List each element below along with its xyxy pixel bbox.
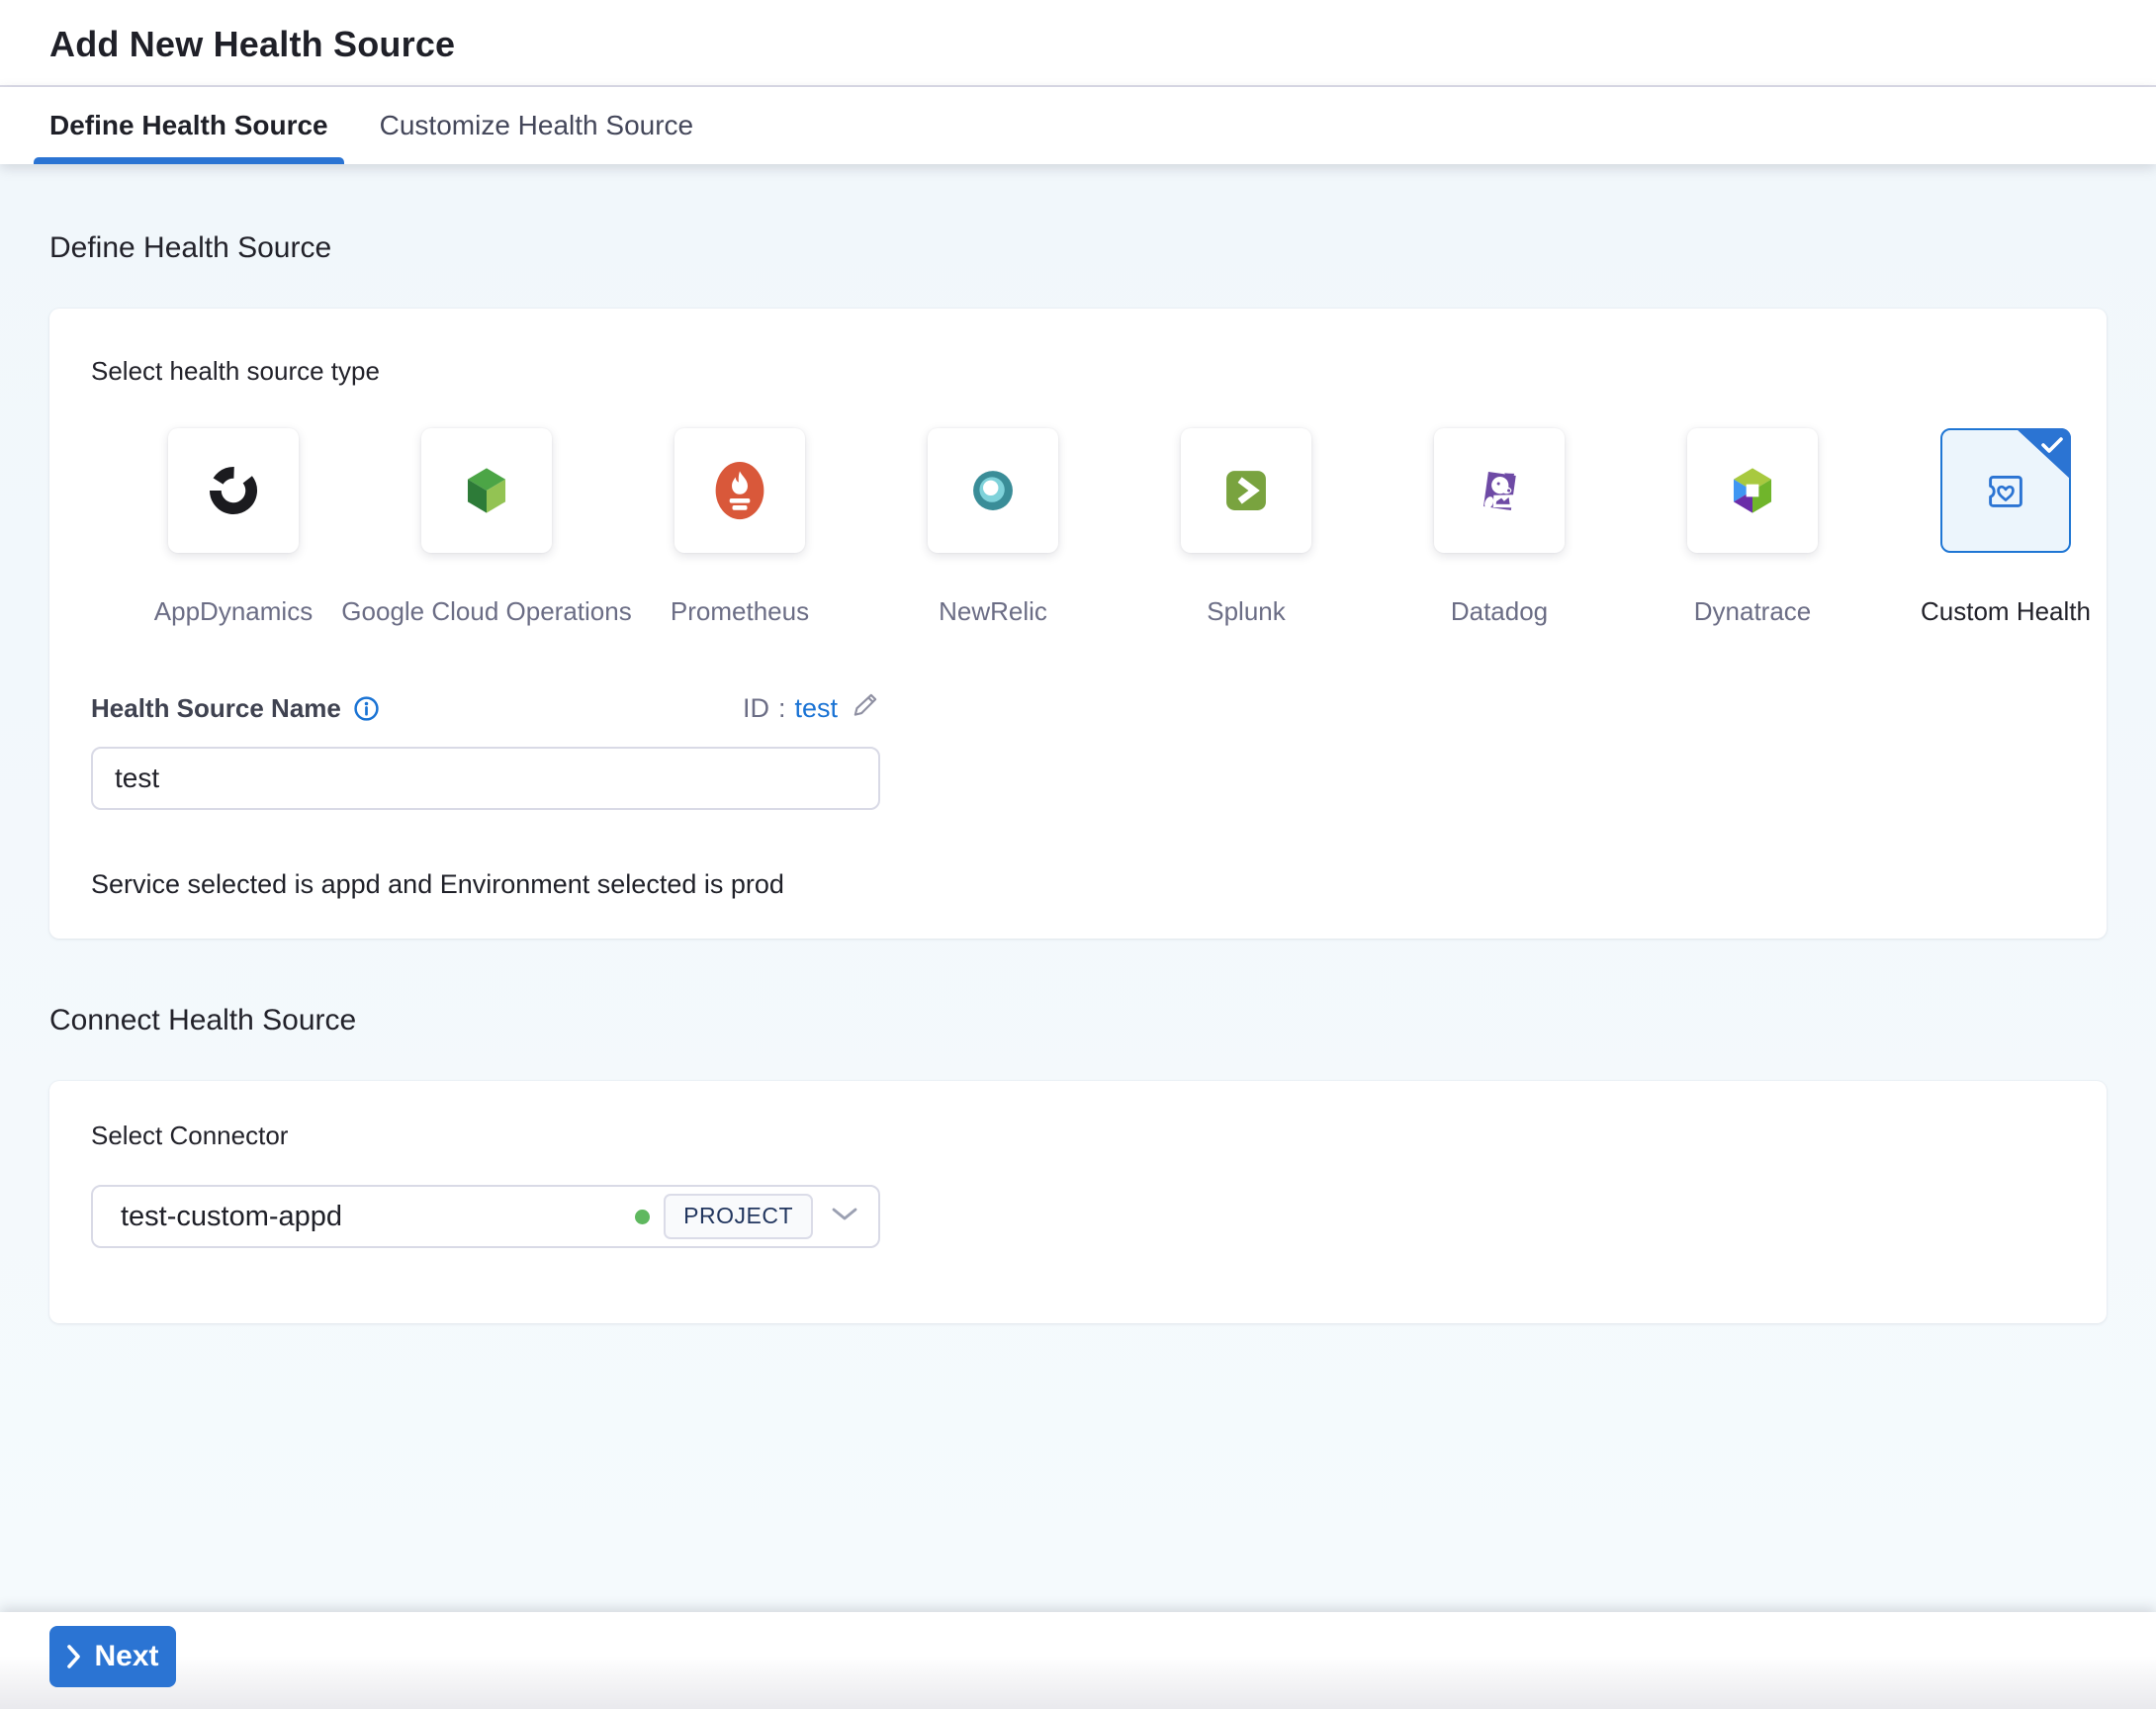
chevron-right-icon xyxy=(67,1645,81,1668)
edit-id-icon[interactable] xyxy=(851,690,880,727)
source-option-newrelic[interactable]: NewRelic xyxy=(928,428,1058,627)
tab-bar: Define Health Source Customize Health So… xyxy=(0,87,2156,164)
panel-body: Define Health Source Select health sourc… xyxy=(0,164,2156,1612)
health-source-type-list: AppDynamics Google Cloud Operations Prom… xyxy=(154,428,2107,627)
health-source-name-input[interactable] xyxy=(91,747,880,810)
define-section-heading: Define Health Source xyxy=(49,231,332,264)
newrelic-icon xyxy=(973,471,1013,510)
source-option-dynatrace[interactable]: Dynatrace xyxy=(1687,428,1818,627)
panel-footer: Next xyxy=(0,1612,2156,1709)
connect-card: Select Connector test-custom-appd PROJEC… xyxy=(49,1081,2107,1323)
info-icon[interactable] xyxy=(353,695,380,722)
datadog-icon xyxy=(1483,472,1517,510)
health-source-name-label: Health Source Name xyxy=(91,693,341,723)
prometheus-icon xyxy=(715,461,764,520)
dynatrace-icon xyxy=(1733,468,1772,513)
tab-define-health-source[interactable]: Define Health Source xyxy=(34,87,344,164)
custom-health-icon xyxy=(1989,475,2022,507)
id-value-link[interactable]: test xyxy=(794,693,838,724)
source-option-appdynamics[interactable]: AppDynamics xyxy=(154,428,313,627)
source-option-custom-health[interactable]: Custom Health xyxy=(1921,428,2091,627)
source-option-google-cloud-operations[interactable]: Google Cloud Operations xyxy=(341,428,632,627)
name-id-row: Health Source Name ID : test xyxy=(91,690,880,727)
tab-customize-health-source[interactable]: Customize Health Source xyxy=(380,87,693,164)
connector-select[interactable]: test-custom-appd PROJECT xyxy=(91,1185,880,1248)
connector-scope-badge: PROJECT xyxy=(664,1194,813,1239)
panel-header: Add New Health Source xyxy=(0,0,2156,87)
define-card: Select health source type AppDynamics Go… xyxy=(49,309,2107,939)
check-icon xyxy=(2041,437,2063,453)
chevron-down-icon[interactable] xyxy=(831,1207,858,1226)
google-cloud-operations-icon xyxy=(467,468,506,513)
source-option-datadog[interactable]: Datadog xyxy=(1434,428,1565,627)
select-connector-label: Select Connector xyxy=(91,1121,289,1150)
add-health-source-panel: Add New Health Source Define Health Sour… xyxy=(0,0,2156,1709)
next-button[interactable]: Next xyxy=(49,1626,176,1687)
page-title: Add New Health Source xyxy=(49,24,456,64)
service-environment-text: Service selected is appd and Environment… xyxy=(91,869,784,899)
splunk-icon xyxy=(1226,471,1266,510)
appdynamics-icon xyxy=(209,466,258,515)
select-type-label: Select health source type xyxy=(91,356,380,386)
id-display: ID : test xyxy=(743,690,880,727)
connect-section-heading: Connect Health Source xyxy=(49,1004,357,1036)
connector-value: test-custom-appd xyxy=(121,1200,343,1232)
source-option-splunk[interactable]: Splunk xyxy=(1181,428,1311,627)
connector-status-dot xyxy=(635,1209,651,1224)
source-option-prometheus[interactable]: Prometheus xyxy=(671,428,809,627)
